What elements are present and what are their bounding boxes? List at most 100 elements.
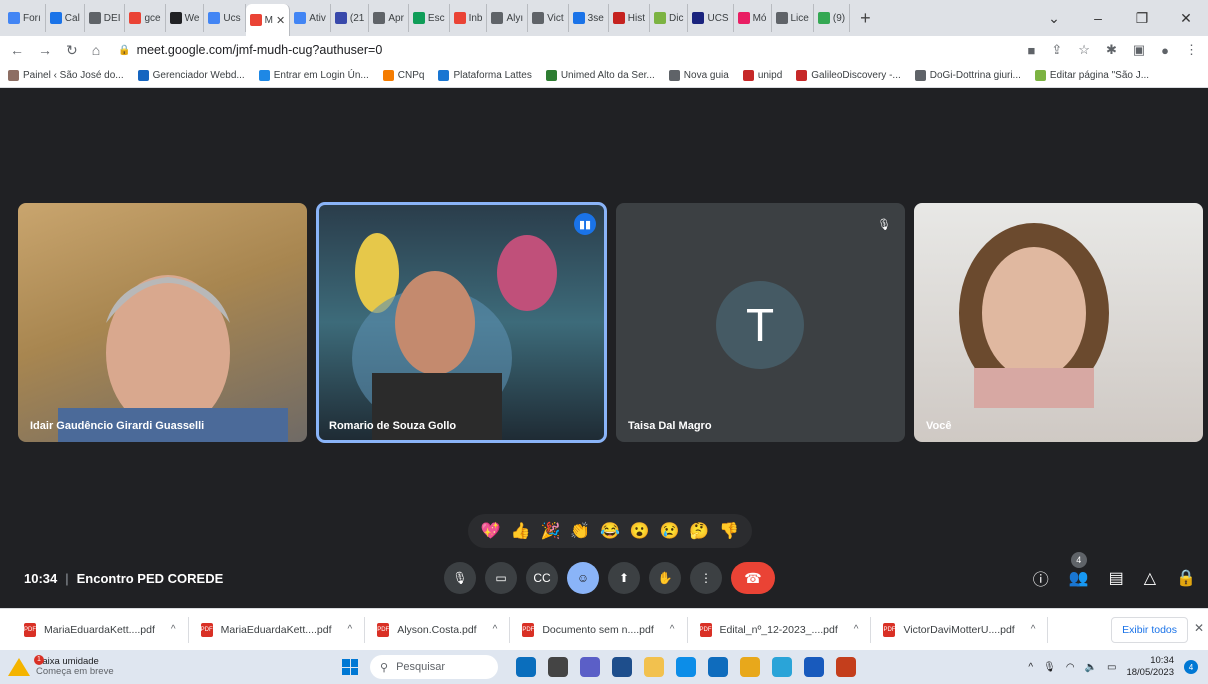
people-button[interactable]: 4 👥 [1069, 552, 1089, 588]
back-button[interactable]: ← [10, 42, 24, 58]
download-item[interactable]: PDF MariaEduardaKett....pdf ^ [12, 616, 189, 643]
bookmark-item[interactable]: Plataforma Lattes [438, 70, 532, 81]
minimize-button[interactable]: – [1076, 10, 1120, 26]
more-options-button[interactable]: ⋮ [690, 562, 722, 594]
browser-tab[interactable]: M ✕ [245, 4, 291, 36]
battery-icon[interactable]: ▭ [1107, 662, 1116, 673]
camera-button[interactable]: ▭ [485, 562, 517, 594]
browser-tab[interactable]: UCS [688, 4, 734, 32]
forward-button[interactable]: → [38, 42, 52, 58]
download-item[interactable]: PDF VictorDaviMotterU....pdf ^ [871, 616, 1049, 643]
task-view-icon[interactable] [548, 657, 568, 677]
browser-tab[interactable]: DEI [85, 4, 126, 32]
extensions-icon[interactable]: ✱ [1106, 42, 1117, 58]
chat-icon[interactable]: ▤ [1109, 568, 1124, 588]
browser-tab[interactable]: 3se [569, 4, 609, 32]
chevron-up-icon[interactable]: ^ [854, 624, 859, 635]
browser-tab[interactable]: Ucs [204, 4, 246, 32]
download-item[interactable]: PDF Documento sem n....pdf ^ [510, 616, 688, 643]
bing-icon[interactable] [516, 657, 536, 677]
chevron-up-icon[interactable]: ^ [493, 624, 498, 635]
reaction-emoji-icon[interactable]: 😂 [600, 521, 620, 541]
bookmark-item[interactable]: Entrar em Login Ún... [258, 70, 369, 81]
download-item[interactable]: PDF Alyson.Costa.pdf ^ [365, 616, 511, 643]
notification-badge[interactable]: 4 [1184, 660, 1198, 674]
restore-button[interactable]: ❐ [1120, 10, 1164, 27]
reaction-emoji-icon[interactable]: 👎 [719, 521, 739, 541]
microphone-tray-icon[interactable]: 🎙︎ [1043, 662, 1056, 673]
browser-tab[interactable]: Cal [46, 4, 85, 32]
browser-tab[interactable]: Lice [772, 4, 814, 32]
bookmark-star-icon[interactable]: ☆ [1078, 42, 1090, 58]
browser-tab[interactable]: We [166, 4, 205, 32]
browser-tab[interactable]: Ativ [290, 4, 331, 32]
reaction-emoji-icon[interactable]: 🎉 [540, 521, 560, 541]
raise-hand-button[interactable]: ✋ [649, 562, 681, 594]
address-bar[interactable]: 🔒 meet.google.com/jmf-mudh-cug?authuser=… [118, 43, 382, 57]
show-all-downloads-button[interactable]: Exibir todos [1111, 617, 1188, 643]
present-screen-button[interactable]: ⬆ [608, 562, 640, 594]
system-clock[interactable]: 10:34 18/05/2023 [1126, 655, 1174, 679]
bookmark-item[interactable]: Painel ‹ São José do... [8, 70, 124, 81]
browser-tab[interactable]: (9) [814, 4, 851, 32]
chrome-icon[interactable] [740, 657, 760, 677]
mail-icon[interactable] [708, 657, 728, 677]
reload-button[interactable]: ↻ [66, 42, 78, 59]
emoji-reactions-button[interactable]: ☺ [567, 562, 599, 594]
show-hidden-icons[interactable]: ^ [1028, 662, 1033, 673]
teams-icon[interactable] [580, 657, 600, 677]
browser-tab[interactable]: Hist [609, 4, 651, 32]
activities-icon[interactable]: △ [1144, 568, 1156, 588]
close-window-button[interactable]: ✕ [1164, 10, 1208, 27]
share-icon[interactable]: ⇪ [1051, 42, 1062, 58]
browser-tab[interactable]: Alyı [487, 4, 529, 32]
side-panel-icon[interactable]: ▣ [1133, 42, 1145, 58]
weather-widget[interactable]: 1 Baixa umidade Começa em breve [8, 654, 114, 678]
browser-tab[interactable]: (21 [331, 4, 370, 32]
reaction-emoji-icon[interactable]: 😮 [630, 521, 650, 541]
camera-indicator-icon[interactable]: ■ [1028, 43, 1036, 58]
close-downloads-icon[interactable]: ✕ [1194, 621, 1204, 635]
close-tab-icon[interactable]: ✕ [276, 14, 285, 27]
chevron-up-icon[interactable]: ^ [348, 624, 353, 635]
bookmark-item[interactable]: CNPq [382, 70, 424, 81]
wifi-icon[interactable]: ◠ [1066, 662, 1075, 673]
download-item[interactable]: PDF MariaEduardaKett....pdf ^ [189, 616, 366, 643]
volume-icon[interactable]: 🔈 [1085, 662, 1097, 673]
bookmark-item[interactable]: DoGi-Dottrina giuri... [914, 70, 1021, 81]
photos-icon[interactable] [772, 657, 792, 677]
reaction-emoji-icon[interactable]: 👏 [570, 521, 590, 541]
reaction-emoji-icon[interactable]: 🤔 [689, 521, 709, 541]
browser-tab[interactable]: Apr [369, 4, 409, 32]
taskbar-search[interactable]: ⚲ Pesquisar [370, 655, 498, 679]
microphone-button[interactable]: 🎙︎ [444, 562, 476, 594]
new-tab-button[interactable]: + [850, 8, 881, 29]
leave-call-button[interactable]: ☎ [731, 562, 775, 594]
participant-tile[interactable]: Você [914, 203, 1203, 442]
bookmark-item[interactable]: Editar página "São J... [1034, 70, 1149, 81]
start-button[interactable] [342, 659, 358, 675]
browser-tab[interactable]: Forı [4, 4, 46, 32]
browser-tab[interactable]: gce [125, 4, 166, 32]
chevron-up-icon[interactable]: ^ [171, 624, 176, 635]
chevron-up-icon[interactable]: ^ [1031, 624, 1036, 635]
word-icon[interactable] [804, 657, 824, 677]
bookmark-item[interactable]: GalileoDiscovery -... [796, 70, 901, 81]
chevron-up-icon[interactable]: ^ [670, 624, 675, 635]
store-icon[interactable] [612, 657, 632, 677]
host-controls-icon[interactable]: 🔒 [1176, 568, 1196, 588]
meeting-details-icon[interactable]: ⓘ [1033, 566, 1049, 590]
captions-button[interactable]: CC [526, 562, 558, 594]
edge-icon[interactable] [676, 657, 696, 677]
file-explorer-icon[interactable] [644, 657, 664, 677]
browser-tab[interactable]: Mó [734, 4, 772, 32]
participant-tile[interactable]: ▮▮ Romario de Souza Gollo [316, 202, 607, 443]
participant-tile[interactable]: Idair Gaudêncio Girardi Guasselli [18, 203, 307, 442]
tab-search-icon[interactable]: ⌄ [1032, 10, 1076, 27]
participant-tile[interactable]: 🎙︎ T Taisa Dal Magro [616, 203, 905, 442]
bookmark-item[interactable]: Nova guia [668, 70, 729, 81]
reaction-emoji-icon[interactable]: 👍 [511, 521, 531, 541]
reaction-emoji-icon[interactable]: 💖 [481, 521, 501, 541]
home-button[interactable]: ⌂ [92, 42, 100, 58]
browser-tab[interactable]: Inb [450, 4, 488, 32]
